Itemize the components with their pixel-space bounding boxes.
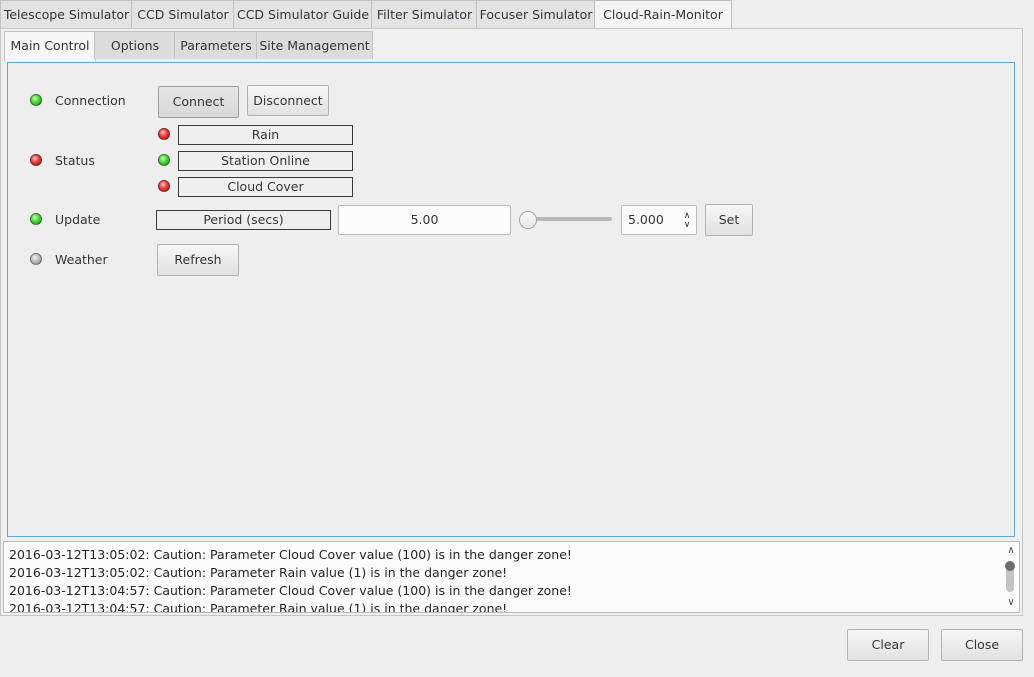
rain-label-box: Rain: [178, 125, 353, 145]
tab-parameters[interactable]: Parameters: [174, 31, 258, 59]
connect-button[interactable]: Connect: [158, 86, 239, 118]
station-online-light: [158, 154, 170, 166]
cloud-cover-label-box: Cloud Cover: [178, 177, 353, 197]
tab-cloud-rain-monitor[interactable]: Cloud-Rain-Monitor: [594, 0, 732, 30]
status-label: Status: [55, 153, 95, 168]
period-value-field[interactable]: 5.00: [338, 205, 511, 235]
weather-label: Weather: [55, 252, 108, 267]
period-spinbox[interactable]: 5.000 ∧ ∨: [621, 205, 697, 235]
tab-filter-simulator[interactable]: Filter Simulator: [371, 0, 478, 28]
disconnect-button[interactable]: Disconnect: [247, 85, 329, 116]
spin-down-icon[interactable]: ∨: [682, 221, 692, 230]
tab-focuser-simulator[interactable]: Focuser Simulator: [476, 0, 596, 28]
connection-label: Connection: [55, 93, 126, 108]
update-status-light: [30, 213, 42, 225]
scroll-up-icon[interactable]: ∧: [1005, 546, 1017, 556]
refresh-button[interactable]: Refresh: [157, 244, 239, 276]
scroll-down-icon[interactable]: ∨: [1005, 598, 1017, 608]
tab-ccd-simulator[interactable]: CCD Simulator: [131, 0, 235, 28]
period-slider-handle[interactable]: [519, 211, 537, 229]
clear-button[interactable]: Clear: [847, 629, 929, 661]
tab-main-control[interactable]: Main Control: [4, 31, 96, 61]
message-log[interactable]: 2016-03-12T13:05:02: Caution: Parameter …: [3, 541, 1020, 613]
log-line: 2016-03-12T13:05:02: Caution: Parameter …: [9, 547, 572, 562]
log-scrollbar[interactable]: ∧ ∨: [1003, 542, 1019, 612]
tab-telescope-simulator[interactable]: Telescope Simulator: [0, 0, 133, 28]
cloud-cover-light: [158, 180, 170, 192]
period-spinbox-value: 5.000: [628, 212, 664, 227]
period-slider-track[interactable]: [527, 217, 612, 221]
tab-ccd-simulator-guide[interactable]: CCD Simulator Guide: [233, 0, 373, 28]
connection-status-light: [30, 94, 42, 106]
tab-site-management[interactable]: Site Management: [256, 31, 373, 59]
log-line: 2016-03-12T13:04:57: Caution: Parameter …: [9, 601, 508, 613]
scrollbar-knob: [1005, 561, 1015, 571]
weather-status-light: [30, 253, 42, 265]
update-label: Update: [55, 212, 101, 227]
period-label-box: Period (secs): [156, 210, 331, 230]
rain-light: [158, 128, 170, 140]
device-tab-bar: Telescope Simulator CCD Simulator CCD Si…: [0, 0, 1034, 30]
log-line: 2016-03-12T13:04:57: Caution: Parameter …: [9, 583, 572, 598]
status-light: [30, 154, 42, 166]
tab-options[interactable]: Options: [94, 31, 176, 59]
spin-up-icon[interactable]: ∧: [682, 212, 692, 221]
station-online-label-box: Station Online: [178, 151, 353, 171]
set-button[interactable]: Set: [705, 204, 753, 236]
close-button[interactable]: Close: [941, 629, 1023, 661]
log-line: 2016-03-12T13:05:02: Caution: Parameter …: [9, 565, 508, 580]
